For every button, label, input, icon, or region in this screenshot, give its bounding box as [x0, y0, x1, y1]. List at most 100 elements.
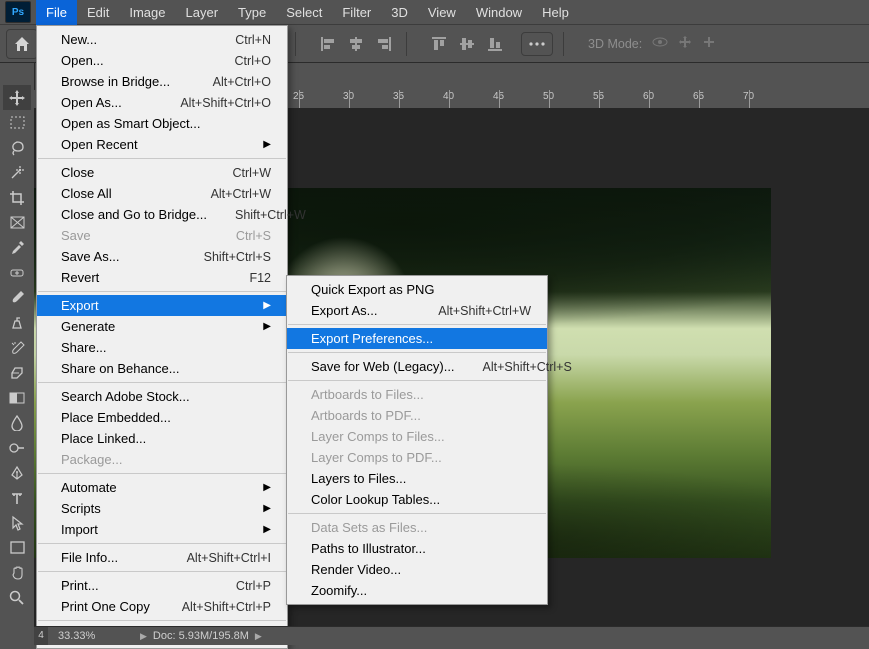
eraser-tool[interactable]	[3, 360, 31, 385]
file-menu-item[interactable]: Close and Go to Bridge...Shift+Ctrl+W	[37, 204, 287, 225]
chevron-right-icon[interactable]: ▶	[255, 631, 262, 642]
menu-item-shortcut: Alt+Ctrl+O	[213, 75, 271, 89]
file-menu-item[interactable]: File Info...Alt+Shift+Ctrl+I	[37, 547, 287, 568]
menu-select[interactable]: Select	[276, 0, 332, 25]
menu-item-shortcut: Ctrl+S	[236, 229, 271, 243]
menu-separator	[288, 352, 546, 353]
menu-separator	[38, 473, 286, 474]
pan-icon[interactable]	[678, 35, 692, 52]
export-menu-item: Artboards to Files...	[287, 384, 547, 405]
home-button[interactable]	[6, 29, 38, 59]
export-menu-item[interactable]: Save for Web (Legacy)...Alt+Shift+Ctrl+S	[287, 356, 547, 377]
submenu-arrow-icon: ▶	[263, 503, 271, 514]
menu-view[interactable]: View	[418, 0, 466, 25]
file-menu-item[interactable]: Search Adobe Stock...	[37, 386, 287, 407]
menu-item-label: Paths to Illustrator...	[311, 541, 531, 556]
file-menu-item[interactable]: Print...Ctrl+P	[37, 575, 287, 596]
export-menu-item[interactable]: Render Video...	[287, 559, 547, 580]
zoom-level[interactable]: 33.33%	[52, 630, 134, 642]
menu-image[interactable]: Image	[119, 0, 175, 25]
menu-item-shortcut: Ctrl+P	[236, 579, 271, 593]
move-tool[interactable]	[3, 85, 31, 110]
file-menu-item[interactable]: Open as Smart Object...	[37, 113, 287, 134]
export-menu-item[interactable]: Quick Export as PNG	[287, 279, 547, 300]
export-menu-item[interactable]: Layers to Files...	[287, 468, 547, 489]
file-menu-item[interactable]: Open Recent▶	[37, 134, 287, 155]
menu-separator	[38, 158, 286, 159]
clone-stamp-tool[interactable]	[3, 310, 31, 335]
menu-item-label: Layers to Files...	[311, 471, 531, 486]
orbit-icon[interactable]	[652, 35, 668, 52]
export-submenu: Quick Export as PNGExport As...Alt+Shift…	[286, 275, 548, 605]
align-right-icon[interactable]	[372, 32, 396, 56]
status-tab-indicator[interactable]: 4	[34, 627, 48, 645]
align-bottom-icon[interactable]	[483, 32, 507, 56]
file-menu-item[interactable]: Open As...Alt+Shift+Ctrl+O	[37, 92, 287, 113]
slide-icon[interactable]	[702, 35, 716, 52]
menu-help[interactable]: Help	[532, 0, 579, 25]
tool-bar	[0, 63, 35, 645]
pen-tool[interactable]	[3, 460, 31, 485]
align-middle-icon[interactable]	[455, 32, 479, 56]
history-brush-tool[interactable]	[3, 335, 31, 360]
more-options-button[interactable]	[521, 32, 553, 56]
file-menu-item[interactable]: Save As...Shift+Ctrl+S	[37, 246, 287, 267]
menu-separator	[288, 380, 546, 381]
export-menu-item[interactable]: Paths to Illustrator...	[287, 538, 547, 559]
menu-item-label: Layer Comps to Files...	[311, 429, 531, 444]
healing-brush-tool[interactable]	[3, 260, 31, 285]
submenu-arrow-icon: ▶	[263, 300, 271, 311]
lasso-tool[interactable]	[3, 135, 31, 160]
file-menu-item[interactable]: Print One CopyAlt+Shift+Ctrl+P	[37, 596, 287, 617]
file-menu-item[interactable]: Export▶	[37, 295, 287, 316]
file-menu-item[interactable]: Share on Behance...	[37, 358, 287, 379]
file-menu-item[interactable]: Close AllAlt+Ctrl+W	[37, 183, 287, 204]
crop-tool[interactable]	[3, 185, 31, 210]
path-selection-tool[interactable]	[3, 510, 31, 535]
export-menu-item[interactable]: Export Preferences...	[287, 328, 547, 349]
export-menu-item[interactable]: Export As...Alt+Shift+Ctrl+W	[287, 300, 547, 321]
menu-item-shortcut: Ctrl+O	[235, 54, 271, 68]
file-menu-item[interactable]: Import▶	[37, 519, 287, 540]
menu-item-label: Open...	[61, 53, 207, 68]
menu-item-shortcut: Shift+Ctrl+W	[235, 208, 306, 222]
align-center-h-icon[interactable]	[344, 32, 368, 56]
zoom-tool[interactable]	[3, 585, 31, 610]
file-menu-item[interactable]: Browse in Bridge...Alt+Ctrl+O	[37, 71, 287, 92]
eyedropper-tool[interactable]	[3, 235, 31, 260]
file-menu-item[interactable]: Generate▶	[37, 316, 287, 337]
file-menu-item[interactable]: CloseCtrl+W	[37, 162, 287, 183]
file-menu-item[interactable]: Place Embedded...	[37, 407, 287, 428]
menu-edit[interactable]: Edit	[77, 0, 119, 25]
file-menu-item[interactable]: Automate▶	[37, 477, 287, 498]
rectangle-tool[interactable]	[3, 535, 31, 560]
document-size-info[interactable]: Doc: 5.93M/195.8M	[153, 630, 249, 642]
gradient-tool[interactable]	[3, 385, 31, 410]
file-menu-item[interactable]: New...Ctrl+N	[37, 29, 287, 50]
file-menu-item[interactable]: Place Linked...	[37, 428, 287, 449]
frame-tool[interactable]	[3, 210, 31, 235]
chevron-right-icon[interactable]: ▶	[140, 631, 147, 642]
file-menu-item[interactable]: Scripts▶	[37, 498, 287, 519]
export-menu-item[interactable]: Zoomify...	[287, 580, 547, 601]
align-top-icon[interactable]	[427, 32, 451, 56]
file-menu-item[interactable]: Share...	[37, 337, 287, 358]
type-tool[interactable]	[3, 485, 31, 510]
menu-3d[interactable]: 3D	[381, 0, 418, 25]
magic-wand-tool[interactable]	[3, 160, 31, 185]
hand-tool[interactable]	[3, 560, 31, 585]
menu-type[interactable]: Type	[228, 0, 276, 25]
menu-window[interactable]: Window	[466, 0, 532, 25]
align-group-v	[427, 32, 507, 56]
export-menu-item[interactable]: Color Lookup Tables...	[287, 489, 547, 510]
menu-filter[interactable]: Filter	[332, 0, 381, 25]
blur-tool[interactable]	[3, 410, 31, 435]
menu-file[interactable]: File	[36, 0, 77, 25]
brush-tool[interactable]	[3, 285, 31, 310]
align-left-icon[interactable]	[316, 32, 340, 56]
menu-layer[interactable]: Layer	[176, 0, 229, 25]
dodge-tool[interactable]	[3, 435, 31, 460]
file-menu-item[interactable]: Open... Ctrl+O	[37, 50, 287, 71]
file-menu-item[interactable]: RevertF12	[37, 267, 287, 288]
marquee-tool[interactable]	[3, 110, 31, 135]
